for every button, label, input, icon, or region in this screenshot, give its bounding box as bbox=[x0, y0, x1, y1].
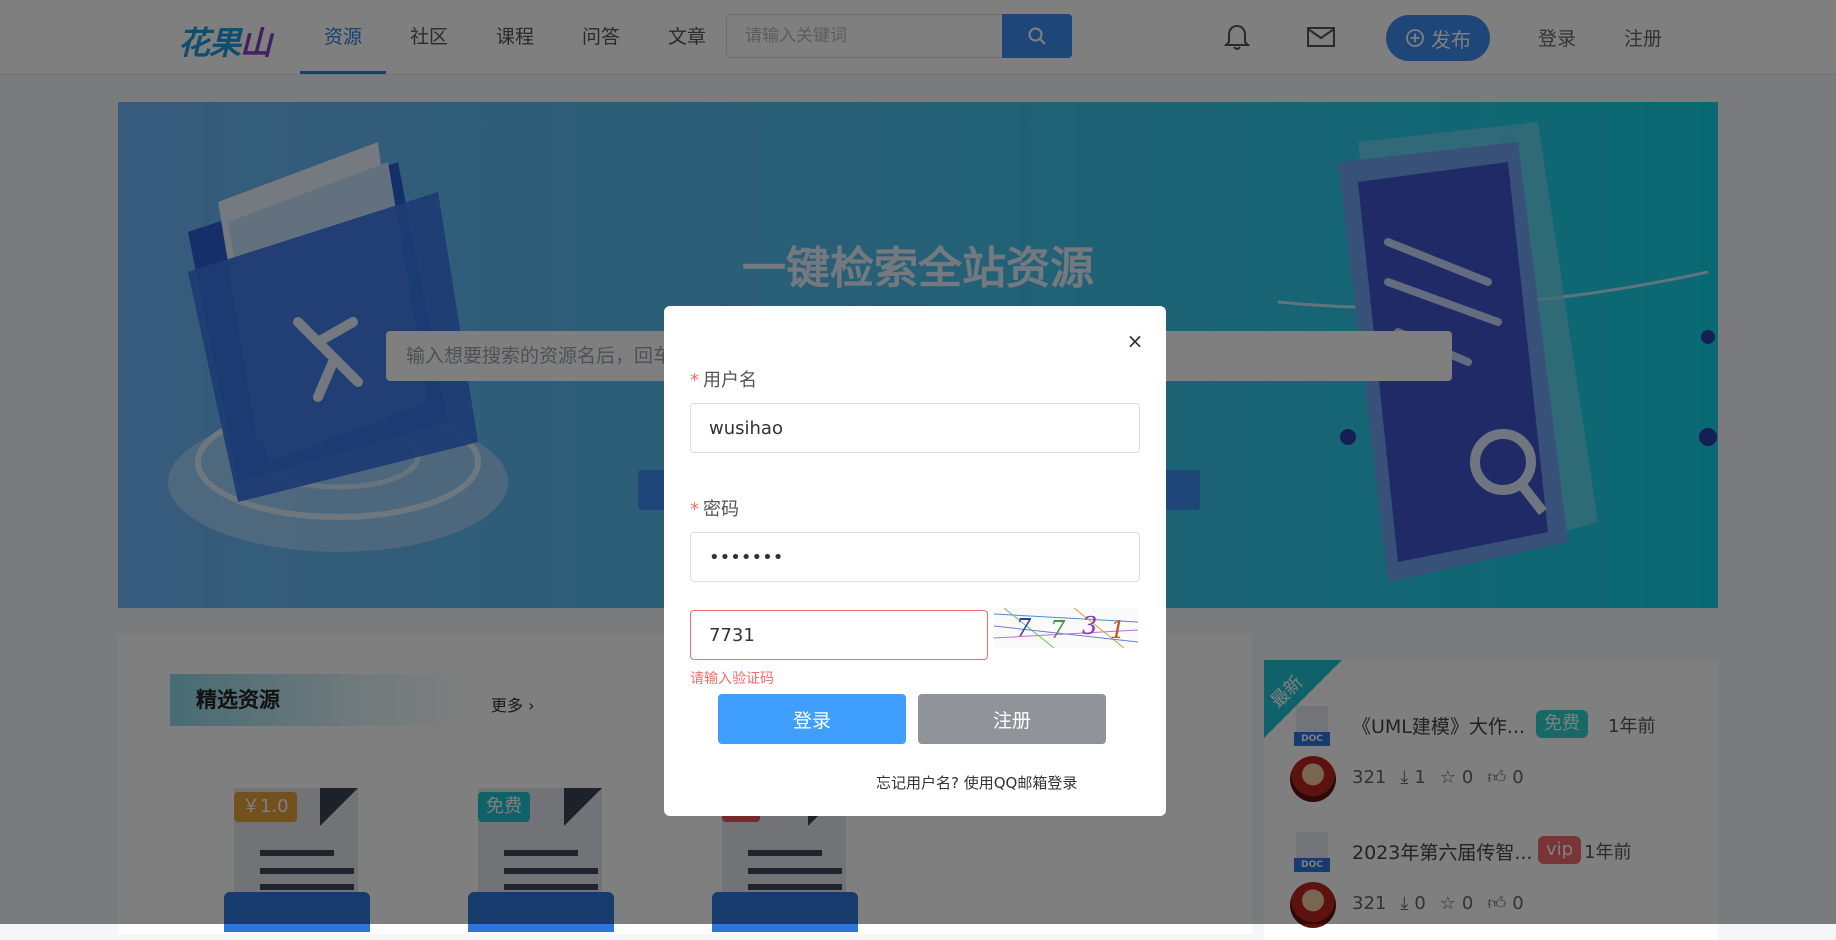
forgot-username-link[interactable]: 忘记用户名? bbox=[876, 774, 959, 792]
login-dialog: × *用户名 *密码 7 7 3 1 请输入验证码 登录 bbox=[664, 306, 1166, 816]
username-input[interactable] bbox=[690, 403, 1140, 453]
svg-text:3: 3 bbox=[1082, 612, 1097, 640]
svg-text:1: 1 bbox=[1110, 616, 1125, 644]
captcha-input[interactable] bbox=[690, 610, 988, 660]
close-icon: × bbox=[1126, 329, 1144, 353]
qq-email-login-link[interactable]: 使用QQ邮箱登录 bbox=[964, 774, 1078, 792]
password-label: * 密码 bbox=[690, 499, 739, 520]
username-label: * 用户名 bbox=[690, 370, 757, 391]
password-input[interactable] bbox=[690, 532, 1140, 582]
captcha-error: 请输入验证码 bbox=[690, 671, 774, 687]
modal-links: 忘记用户名? 使用QQ邮箱登录 bbox=[876, 772, 1077, 793]
close-button[interactable]: × bbox=[1124, 329, 1146, 353]
register-button[interactable]: 注册 bbox=[918, 694, 1106, 744]
svg-text:7: 7 bbox=[1050, 616, 1066, 644]
login-button[interactable]: 登录 bbox=[718, 694, 906, 744]
captcha-image[interactable]: 7 7 3 1 bbox=[994, 608, 1138, 648]
svg-text:7: 7 bbox=[1016, 614, 1032, 642]
